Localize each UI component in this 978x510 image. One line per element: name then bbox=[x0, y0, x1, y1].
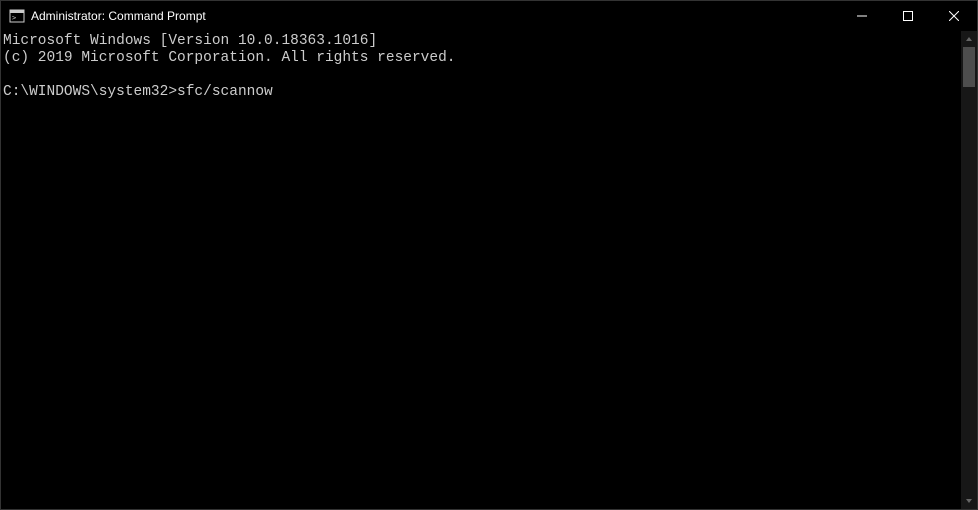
close-button[interactable] bbox=[931, 1, 977, 31]
titlebar[interactable]: >_ Administrator: Command Prompt bbox=[1, 1, 977, 31]
scroll-up-arrow[interactable] bbox=[961, 31, 977, 47]
content-area: Microsoft Windows [Version 10.0.18363.10… bbox=[1, 31, 977, 509]
app-icon: >_ bbox=[9, 8, 25, 24]
version-line: Microsoft Windows [Version 10.0.18363.10… bbox=[3, 33, 377, 49]
svg-text:>_: >_ bbox=[12, 14, 21, 22]
copyright-line: (c) 2019 Microsoft Corporation. All righ… bbox=[3, 50, 455, 66]
maximize-button[interactable] bbox=[885, 1, 931, 31]
command-prompt-window: >_ Administrator: Command Prompt Microso… bbox=[0, 0, 978, 510]
window-title: Administrator: Command Prompt bbox=[31, 9, 206, 23]
vertical-scrollbar[interactable] bbox=[961, 31, 977, 509]
minimize-button[interactable] bbox=[839, 1, 885, 31]
prompt-text: C:\WINDOWS\system32> bbox=[3, 84, 177, 100]
scroll-down-arrow[interactable] bbox=[961, 493, 977, 509]
terminal-output[interactable]: Microsoft Windows [Version 10.0.18363.10… bbox=[1, 31, 961, 509]
scroll-thumb[interactable] bbox=[963, 47, 975, 87]
typed-command: sfc/scannow bbox=[177, 84, 273, 100]
